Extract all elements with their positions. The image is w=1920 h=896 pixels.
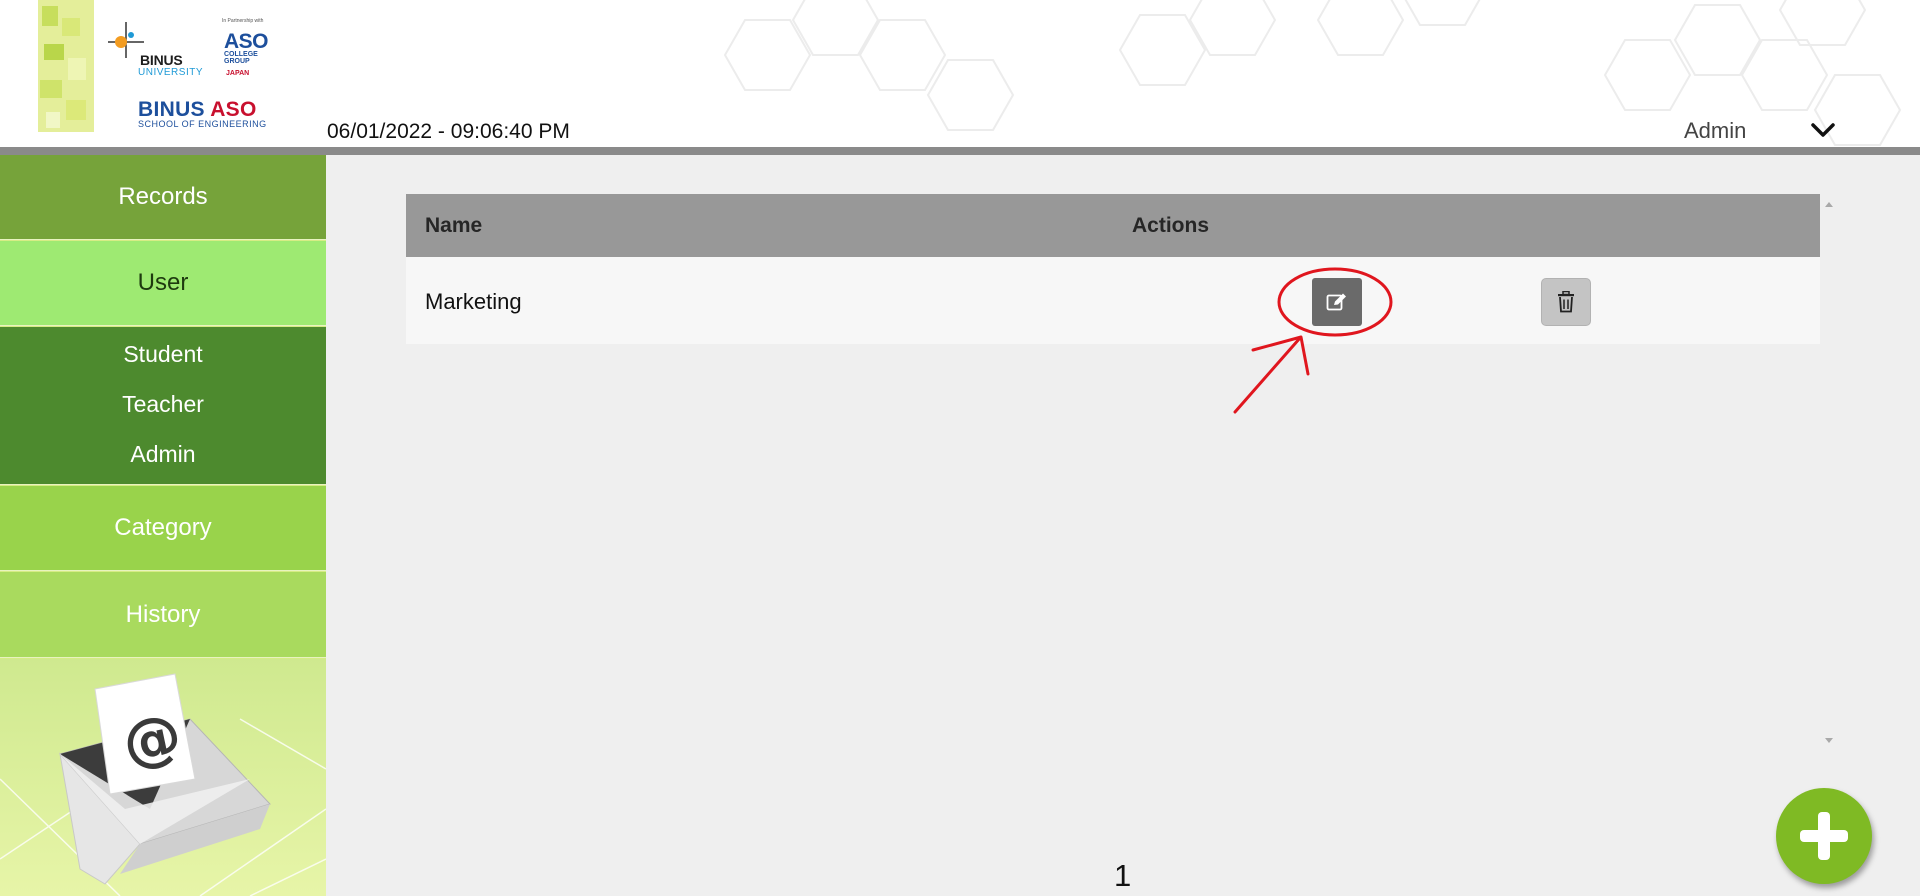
aso-college-logo: In Partnership with ASO COLLEGE GROUP JA… xyxy=(222,18,274,80)
user-submenu: Student Teacher Admin xyxy=(0,327,326,485)
current-datetime: 06/01/2022 - 09:06:40 PM xyxy=(327,120,570,143)
table-header: Name Actions xyxy=(406,194,1820,257)
scroll-up-arrow-icon[interactable] xyxy=(1825,202,1833,207)
binus-university-logo: BINUS UNIVERSITY xyxy=(106,18,206,80)
pagination-page-1[interactable]: 1 xyxy=(1114,858,1131,894)
logo-color-strip xyxy=(38,0,94,132)
sidebar-item-records[interactable]: Records xyxy=(0,155,326,240)
table-row: Marketing xyxy=(406,257,1820,344)
add-button[interactable] xyxy=(1776,788,1872,884)
scroll-down-arrow-icon[interactable] xyxy=(1825,738,1833,743)
edit-icon xyxy=(1326,293,1346,311)
sidebar-subitem-student[interactable]: Student xyxy=(0,341,326,368)
sidebar-item-category[interactable]: Category xyxy=(0,486,326,571)
user-name[interactable]: Admin xyxy=(1684,118,1746,144)
binus-text: BINUS xyxy=(140,52,183,68)
binus-subtext: UNIVERSITY xyxy=(138,67,204,78)
trash-icon xyxy=(1558,291,1574,313)
sidebar: Records User Student Teacher Admin Categ… xyxy=(0,155,326,896)
app-header: BINUS UNIVERSITY In Partnership with ASO… xyxy=(0,0,1920,148)
binus-aso-school-logo: BINUS ASO SCHOOL OF ENGINEERING xyxy=(138,98,278,132)
column-header-actions: Actions xyxy=(1132,214,1210,237)
sidebar-item-label: History xyxy=(125,600,201,628)
aso-college-group: COLLEGE GROUP xyxy=(224,51,258,65)
sidebar-item-user[interactable]: User xyxy=(0,241,326,326)
chevron-down-icon[interactable] xyxy=(1808,117,1838,143)
table-scrollbar[interactable] xyxy=(1820,194,1838,744)
sidebar-item-label: Category xyxy=(114,514,212,541)
edit-button[interactable] xyxy=(1312,278,1362,326)
aso-partnership-text: In Partnership with xyxy=(222,18,264,24)
cell-name: Marketing xyxy=(425,289,522,314)
header-divider xyxy=(0,147,1920,155)
hexagon-background xyxy=(723,0,1902,146)
school-aso-text: ASO xyxy=(210,98,257,121)
envelope-at-icon: @ xyxy=(0,673,326,896)
delete-button[interactable] xyxy=(1541,278,1591,326)
sidebar-item-history[interactable]: History xyxy=(0,572,326,658)
school-subtitle: SCHOOL OF ENGINEERING xyxy=(138,119,267,129)
sidebar-subitem-teacher[interactable]: Teacher xyxy=(0,391,326,418)
sidebar-decoration: @ xyxy=(0,659,326,896)
column-header-name: Name xyxy=(425,214,483,237)
sidebar-item-label: Records xyxy=(118,183,208,210)
school-binus-text: BINUS xyxy=(138,98,205,121)
data-table: Name Actions Marketing xyxy=(406,194,1833,744)
sidebar-item-label: User xyxy=(137,269,189,296)
aso-japan-text: JAPAN xyxy=(226,70,250,77)
sidebar-subitem-admin[interactable]: Admin xyxy=(0,441,326,468)
plus-icon xyxy=(1800,812,1848,860)
